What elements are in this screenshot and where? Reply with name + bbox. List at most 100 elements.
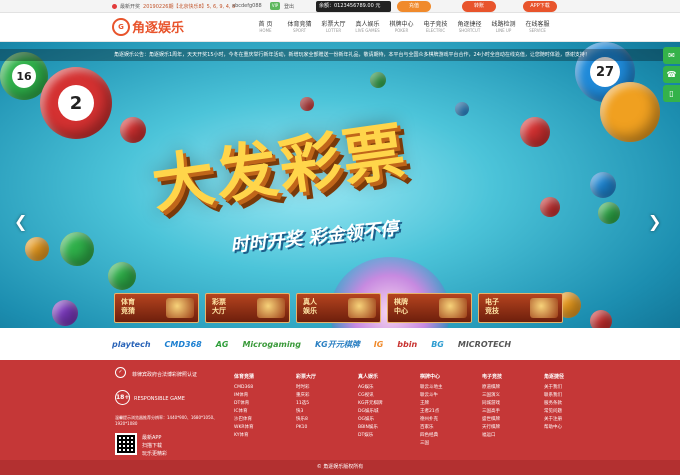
deposit-button[interactable]: 充值 [397,1,431,12]
nav-label: 真人娱乐 [355,21,380,28]
footer-link[interactable]: 联系我们 [544,392,606,400]
footer-link[interactable]: DT体育 [234,400,296,408]
footer-link[interactable]: 重庆彩 [296,392,358,400]
lottery-ball-image [370,72,386,88]
certificate-icon: ✓ [115,367,126,378]
footer-link[interactable]: CMD368 [234,384,296,392]
category-poker[interactable]: 棋牌 中心 [387,293,472,323]
footer-link[interactable]: 关于我们 [544,384,606,392]
footer-link[interactable]: 盛世棋牌 [482,416,544,424]
nav-shortcut[interactable]: 角逐捷径 SHORTCUT [454,19,485,33]
footer-link[interactable]: DG娱乐城 [358,408,420,416]
app-line: 最新APP [142,435,162,441]
category-electric[interactable]: 电子 竞技 [478,293,563,323]
footer-link[interactable]: 联云斗地主 [420,384,482,392]
lottery-ball-image [540,197,560,217]
category-live[interactable]: 真人 娱乐 [296,293,381,323]
nav-live[interactable]: 真人娱乐 LIVE GAMES [352,19,383,33]
footer-link[interactable]: 关于注册 [544,416,606,424]
footer-link[interactable]: KY体育 [234,432,296,440]
chat-icon[interactable]: ✉ [663,47,680,64]
lottery-ball-image [25,237,49,261]
nav-home[interactable]: 首 页 HOME [250,19,281,33]
footer-link[interactable]: 常见问题 [544,408,606,416]
nav-label: 彩票大厅 [321,21,346,28]
footer-link[interactable]: 三国 [420,440,482,448]
category-lottery[interactable]: 彩票 大厅 [205,293,290,323]
nav-poker[interactable]: 棋牌中心 POKER [386,19,417,33]
next-slide-icon[interactable]: ❯ [648,212,661,231]
phone-icon[interactable]: ☎ [663,66,680,83]
footer-link[interactable]: 11选5 [296,400,358,408]
footer-link[interactable]: 同城游戏 [482,400,544,408]
footer-link[interactable]: CG视讯 [358,392,420,400]
slot-machine-icon [530,298,558,318]
logout-link[interactable]: 登出 [284,3,294,10]
qr-code-image [115,433,137,455]
nav-sublabel: SPORT [292,28,307,33]
footer-columns: 体育竞猜 CMD368 IM体育 DT体育 IC体育 沙巴体育 WKR体育 KY体育 彩票大厅时… [234,373,606,448]
partner-logo: Microgaming [242,339,301,349]
transfer-button[interactable]: 转账 [462,1,496,12]
footer-link[interactable]: 沙巴体育 [234,416,296,424]
footer-link[interactable]: 时时彩 [296,384,358,392]
footer-link[interactable]: 快3 [296,408,358,416]
footer-link[interactable]: IM体育 [234,392,296,400]
footer-column: 电子竞技 原道棋牌 三国演义 同城游戏 三国高手 盛世棋牌 天行棋牌 福运口 [482,373,544,448]
footer-link[interactable]: 德州扑克 [420,416,482,424]
footer-link[interactable]: 四色经典 [420,432,482,440]
nav-sublabel: SERVICE [529,28,546,33]
nav-lottery[interactable]: 彩票大厅 LOTTER [318,19,349,33]
partner-logo: MICROTECH [457,339,512,349]
footer-link[interactable]: 原道棋牌 [482,384,544,392]
prev-slide-icon[interactable]: ❮ [14,212,27,231]
footer-link[interactable]: 三国高手 [482,408,544,416]
partner-logo: CMD368 [164,339,202,349]
footer-link[interactable]: 王牌 [420,400,482,408]
nav-lineup[interactable]: 线路检测 LINE UP [488,19,519,33]
nav-sport[interactable]: 体育竞猜 SPORT [284,19,315,33]
lottery-ball-image: 2 [40,67,112,139]
footer-link[interactable]: 联云斗牛 [420,392,482,400]
lottery-ball-image [300,97,314,111]
nav-electric[interactable]: 电子竞技 ELECTRIC [420,19,451,33]
footer-link[interactable]: 天行棋牌 [482,424,544,432]
app-download-button[interactable]: APP下载 [523,1,557,12]
site-logo[interactable]: G 角逐娱乐 [112,17,184,36]
account-name[interactable]: abcdefg088 [232,3,262,9]
footer-link[interactable]: AG娱乐 [358,384,420,392]
nav-sublabel: LINE UP [495,28,512,33]
dealer-icon [348,298,376,318]
category-sport[interactable]: 体育 竞猜 [114,293,199,323]
footer-link[interactable]: IC体育 [234,408,296,416]
lottery-ball-image [108,262,136,290]
footer-link[interactable]: 快乐8 [296,416,358,424]
footer-link[interactable]: PK10 [296,424,358,432]
lottery-ball-image [520,117,550,147]
footer-link[interactable]: 王者21点 [420,408,482,416]
cards-icon [439,298,467,318]
footer-link[interactable]: 百家乐 [420,424,482,432]
footer-link[interactable]: 三国演义 [482,392,544,400]
nav-service[interactable]: 在线客服 SERVICE [522,19,553,33]
balance-display: 余额：0123456789.00 元 [316,1,391,12]
partner-logo: AG [215,339,229,349]
footer-column: 彩票大厅 时时彩 重庆彩 11选5 快3 快乐8 PK10 [296,373,358,448]
partner-logos: playtech CMD368 AG Microgaming KG开元棋牌 IG… [0,328,680,360]
footer-link[interactable]: DT娱乐 [358,432,420,440]
footer-link[interactable]: 服务条款 [544,400,606,408]
copyright: © 角逐娱乐版权所有 [0,460,680,475]
footer-link[interactable]: BBIN娱乐 [358,424,420,432]
responsible-game-text: RESPONSIBLE GAME [134,396,185,402]
footer-link[interactable]: 福运口 [482,432,544,440]
nav-label: 首 页 [258,21,273,28]
mobile-icon[interactable]: ▯ [663,85,680,102]
nav-label: 电子竞技 [423,21,448,28]
footer-link[interactable]: 帮助中心 [544,424,606,432]
license-text: 菲律宾政府合法博彩牌照认证 [132,372,198,378]
lottery-balls-icon [257,298,285,318]
footer-link[interactable]: OG娱乐 [358,416,420,424]
footer-link[interactable]: KG开元棋牌 [358,400,420,408]
footer-link[interactable]: WKR体育 [234,424,296,432]
nav-label: 在线客服 [525,21,550,28]
